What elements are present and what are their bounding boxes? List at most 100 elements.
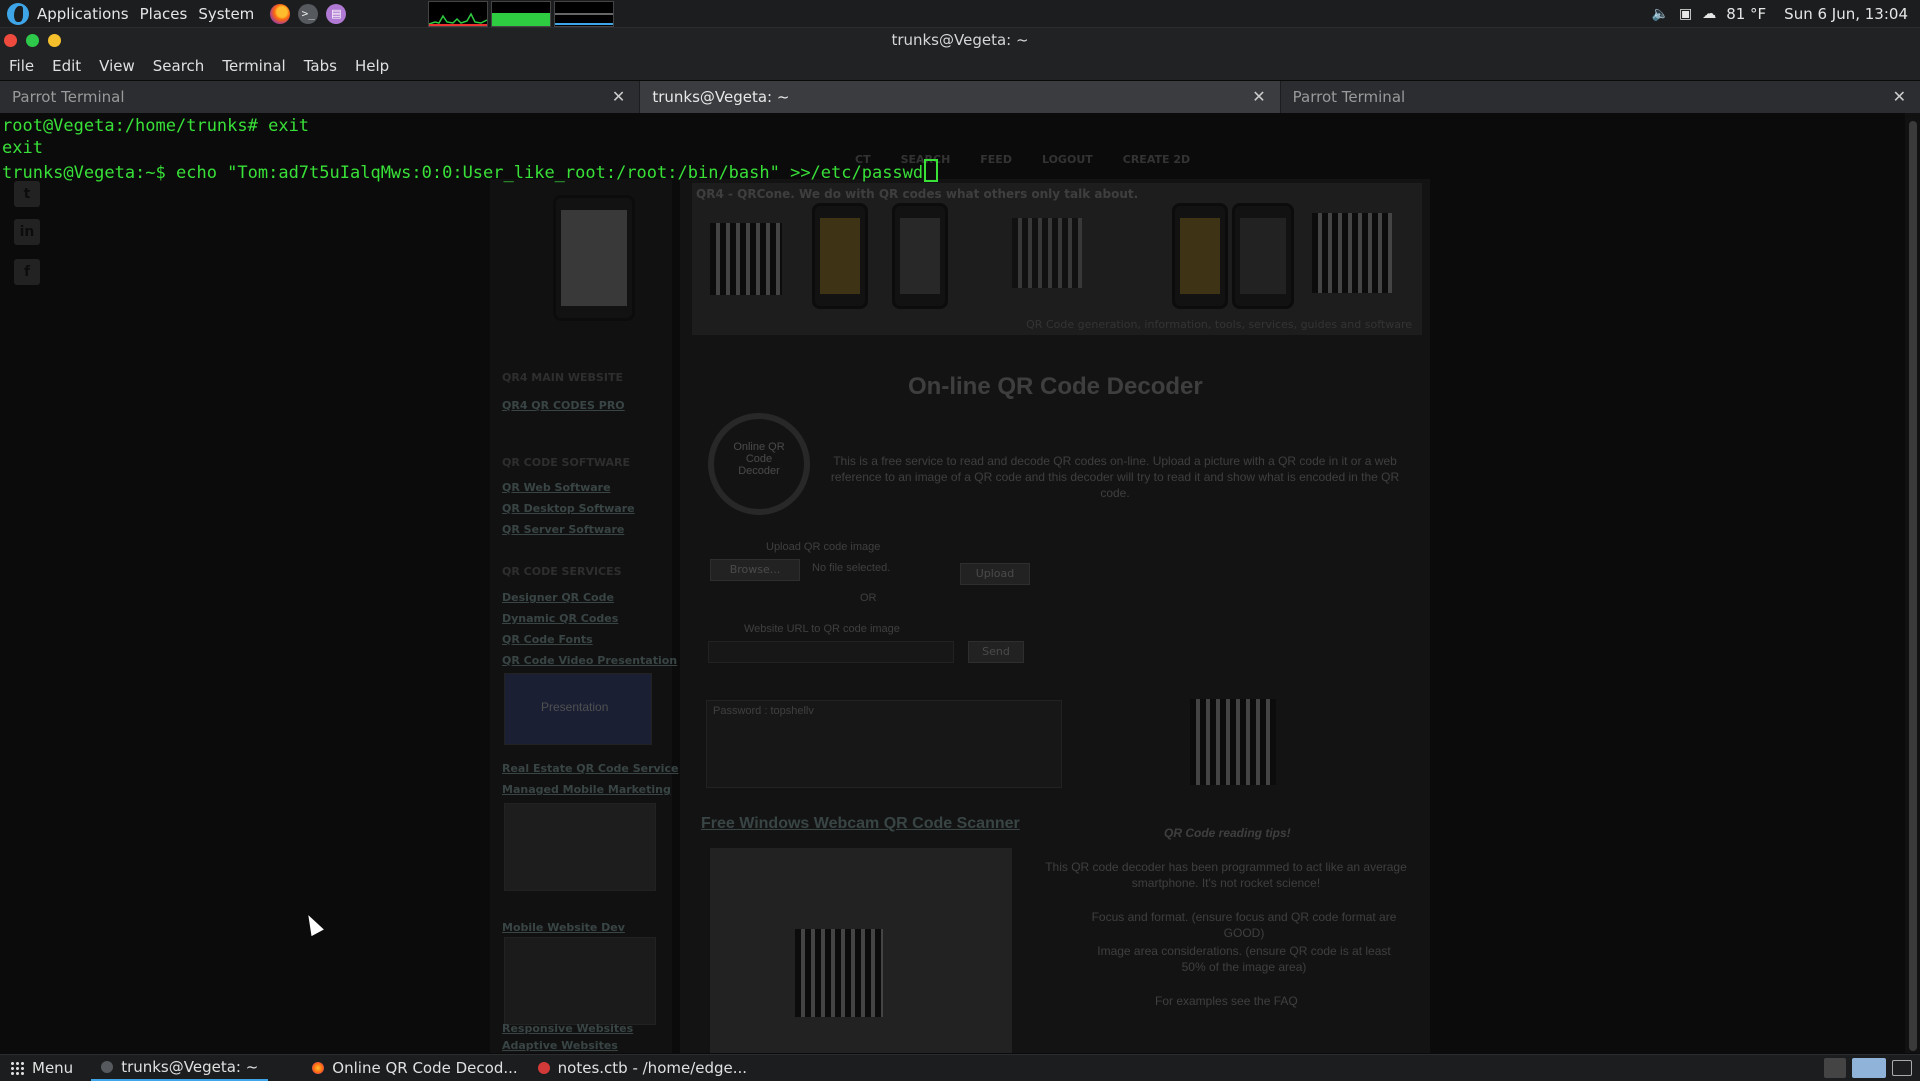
banner-caption-2: QR Code generation, information, tools, … bbox=[1026, 318, 1412, 331]
sidebar-services-title: QR CODE SERVICES bbox=[502, 565, 622, 578]
menu-search[interactable]: Search bbox=[144, 57, 214, 75]
minimize-window-button[interactable] bbox=[48, 34, 61, 47]
menu-button[interactable]: Menu bbox=[0, 1055, 83, 1081]
terminal-cursor bbox=[924, 159, 939, 182]
magnifier-image: Online QR Code Decoder bbox=[708, 413, 810, 515]
menu-help[interactable]: Help bbox=[346, 57, 398, 75]
weather-temperature[interactable]: 81 °F bbox=[1726, 5, 1766, 23]
video-label: Presentation bbox=[541, 700, 609, 714]
display-icon[interactable]: ▣ bbox=[1679, 6, 1692, 22]
scrollbar-thumb[interactable] bbox=[1909, 121, 1917, 1051]
sidebar-link: Adaptive Websites bbox=[502, 1039, 618, 1052]
tips-title: QR Code reading tips! bbox=[1164, 826, 1291, 840]
sidebar-link: QR Server Software bbox=[502, 523, 625, 536]
tab-parrot-terminal-1[interactable]: Parrot Terminal ✕ bbox=[0, 81, 641, 113]
volume-icon[interactable]: 🔈 bbox=[1652, 6, 1669, 22]
decoder-heading: On-line QR Code Decoder bbox=[908, 373, 1203, 400]
notes-launcher[interactable]: ▤ bbox=[325, 3, 347, 25]
background-website: t in f CT SEARCH FEED LOGOUT CREATE 2D Q… bbox=[0, 113, 1905, 1053]
show-desktop-icon[interactable] bbox=[1892, 1060, 1912, 1076]
nav-item: LOGOUT bbox=[1041, 153, 1093, 166]
close-window-button[interactable] bbox=[4, 34, 17, 47]
maximize-window-button[interactable] bbox=[26, 34, 39, 47]
banner-phone bbox=[1172, 203, 1228, 309]
twitter-icon: t bbox=[14, 181, 40, 207]
sidebar-link: Mobile Website Dev bbox=[502, 921, 625, 934]
system-monitors[interactable] bbox=[428, 1, 614, 27]
terminal-command: trunks@Vegeta:~$ echo "Tom:ad7t5uIalqMws… bbox=[2, 163, 924, 183]
cpu-graph bbox=[429, 12, 487, 26]
menu-terminal[interactable]: Terminal bbox=[213, 57, 294, 75]
cpu-monitor bbox=[428, 1, 488, 27]
tab-label: Parrot Terminal bbox=[1292, 88, 1406, 106]
banner-phone bbox=[812, 203, 868, 309]
cherrytree-icon bbox=[537, 1062, 550, 1074]
terminal-icon bbox=[101, 1061, 114, 1073]
tray-app-icon[interactable] bbox=[1824, 1058, 1846, 1078]
window-titlebar[interactable]: trunks@Vegeta: ~ bbox=[0, 28, 1920, 52]
close-tab-icon[interactable]: ✕ bbox=[612, 81, 625, 113]
tip-2: Image area considerations. (ensure QR co… bbox=[1097, 944, 1391, 974]
menu-edit[interactable]: Edit bbox=[43, 57, 90, 75]
banner-phone bbox=[892, 203, 948, 309]
menu-tabs[interactable]: Tabs bbox=[295, 57, 346, 75]
places-menu[interactable]: Places bbox=[138, 0, 197, 27]
tab-parrot-terminal-2[interactable]: Parrot Terminal ✕ bbox=[1281, 81, 1920, 113]
terminal-line: root@Vegeta:/home/trunks# exit bbox=[2, 116, 310, 136]
no-file-text: No file selected. bbox=[812, 562, 891, 574]
applications-menu[interactable]: Applications bbox=[37, 0, 138, 27]
webcam-qr bbox=[795, 929, 883, 1017]
memory-monitor bbox=[491, 1, 551, 27]
terminal-area[interactable]: t in f CT SEARCH FEED LOGOUT CREATE 2D Q… bbox=[0, 113, 1905, 1053]
faq-text: For examples see the FAQ bbox=[1155, 994, 1298, 1008]
close-tab-icon[interactable]: ✕ bbox=[1893, 81, 1906, 113]
banner-caption: QR4 - QRCone. We do with QR codes what o… bbox=[696, 187, 1139, 201]
system-menu[interactable]: System bbox=[196, 0, 263, 27]
grid-menu-icon bbox=[10, 1061, 24, 1075]
sidebar-link: QR Desktop Software bbox=[502, 502, 635, 515]
video-presentation-image: Presentation bbox=[504, 673, 652, 745]
sidebar-link: Responsive Websites bbox=[502, 1022, 634, 1035]
terminal-prompt-line: trunks@Vegeta:~$ echo "Tom:ad7t5uIalqMws… bbox=[2, 159, 939, 184]
taskbar-item-label: trunks@Vegeta: ~ bbox=[121, 1058, 259, 1076]
taskbar-item-terminal[interactable]: trunks@Vegeta: ~ bbox=[91, 1055, 269, 1081]
parrot-logo-icon[interactable] bbox=[7, 2, 29, 25]
nav-item: CREATE 2D bbox=[1122, 153, 1191, 166]
url-label: Website URL to QR code image bbox=[744, 623, 900, 635]
upload-label: Upload QR code image bbox=[766, 541, 881, 553]
or-text: OR bbox=[860, 592, 877, 604]
tab-trunks-vegeta[interactable]: trunks@Vegeta: ~ ✕ bbox=[640, 81, 1281, 113]
nav-item: FEED bbox=[980, 153, 1012, 166]
clock[interactable]: Sun 6 Jun, 13:04 bbox=[1784, 5, 1908, 23]
tab-label: trunks@Vegeta: ~ bbox=[652, 88, 790, 106]
terminal-icon: >_ bbox=[298, 3, 319, 24]
terminal-output[interactable]: root@Vegeta:/home/trunks# exit exit trunks… bbox=[2, 115, 939, 184]
decoder-intro: This is a free service to read and decod… bbox=[830, 454, 1400, 500]
tab-bar: Parrot Terminal ✕ trunks@Vegeta: ~ ✕ Par… bbox=[0, 81, 1920, 113]
taskbar-item-label: Online QR Code Decod... bbox=[332, 1059, 518, 1077]
result-qr-code bbox=[1190, 699, 1276, 785]
sidebar-link: QR Web Software bbox=[502, 481, 611, 494]
firefox-launcher[interactable] bbox=[269, 3, 291, 25]
taskbar-item-notes[interactable]: notes.ctb - /home/edge... bbox=[528, 1055, 757, 1081]
menu-button-label: Menu bbox=[32, 1059, 74, 1077]
weather-icon[interactable]: ☁ bbox=[1702, 6, 1716, 22]
close-tab-icon[interactable]: ✕ bbox=[1252, 81, 1265, 113]
terminal-line: exit bbox=[2, 138, 43, 158]
sidebar-link: QR Code Video Presentation bbox=[502, 654, 678, 667]
menu-view[interactable]: View bbox=[90, 57, 144, 75]
terminal-launcher[interactable]: >_ bbox=[297, 3, 319, 25]
webcam-image bbox=[710, 848, 1012, 1053]
banner-qr bbox=[710, 223, 782, 295]
linkedin-icon: in bbox=[14, 219, 40, 245]
menu-file[interactable]: File bbox=[0, 57, 43, 75]
url-input bbox=[708, 641, 954, 663]
tips-intro: This QR code decoder has been programmed… bbox=[1045, 860, 1407, 890]
taskbar-item-firefox[interactable]: Online QR Code Decod... bbox=[302, 1055, 527, 1081]
mobile-website-image bbox=[504, 937, 656, 1025]
tip-1: Focus and format. (ensure focus and QR c… bbox=[1091, 910, 1397, 940]
workspace-switcher[interactable] bbox=[1852, 1058, 1886, 1078]
banner-phone bbox=[1232, 203, 1294, 309]
network-monitor bbox=[554, 1, 614, 27]
firefox-icon bbox=[270, 3, 291, 24]
